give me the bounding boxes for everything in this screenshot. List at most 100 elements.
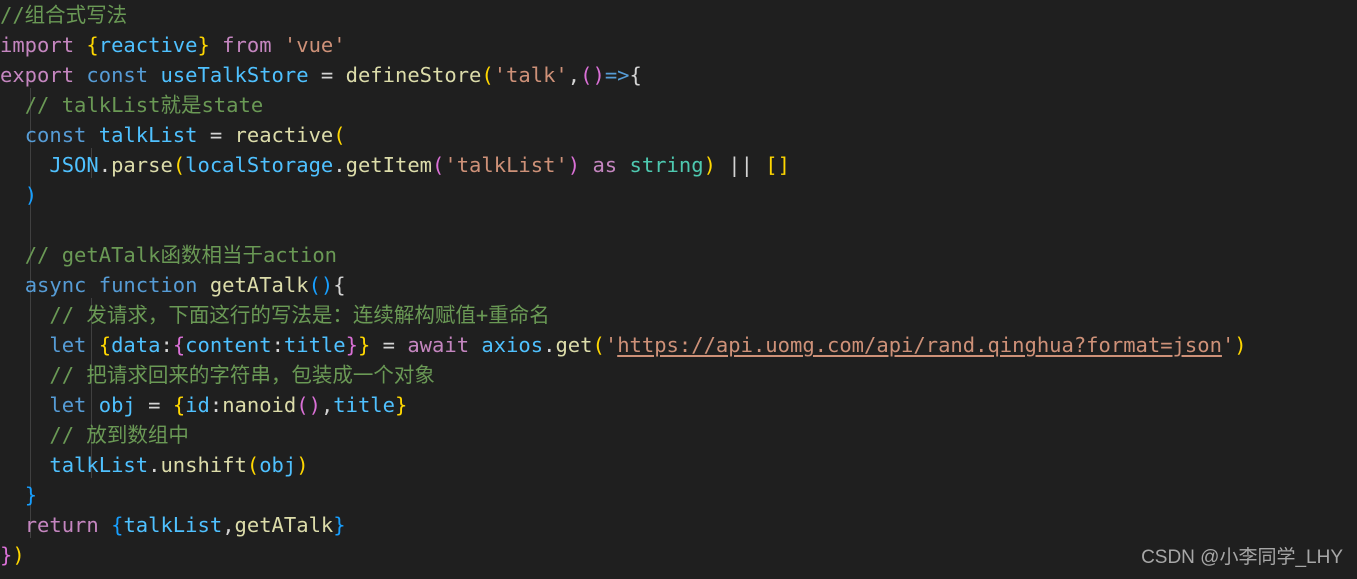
code-token: . — [543, 333, 556, 357]
code-token: } — [345, 333, 358, 357]
code-token: talkList — [49, 453, 149, 477]
code-line[interactable]: } — [0, 480, 1357, 510]
code-token: defineStore — [345, 63, 482, 87]
code-token: ( — [592, 333, 605, 357]
code-token: . — [333, 153, 346, 177]
code-token: content — [185, 333, 272, 357]
code-token: () — [580, 63, 605, 87]
code-token: let — [49, 333, 99, 357]
code-line[interactable]: ) — [0, 180, 1357, 210]
code-token: ' — [1221, 333, 1235, 357]
code-token: getATalk — [234, 513, 334, 537]
code-token: nanoid — [222, 393, 297, 417]
code-token: parse — [111, 153, 173, 177]
code-token: title — [333, 393, 395, 417]
code-token: () — [308, 273, 334, 297]
code-token: talkList — [123, 513, 223, 537]
code-token: = — [197, 123, 235, 147]
code-editor-content[interactable]: //组合式写法 import {reactive} from 'vue' expor… — [0, 0, 1357, 579]
code-line[interactable]: import {reactive} from 'vue' — [0, 30, 1357, 60]
code-line[interactable]: // 把请求回来的字符串，包装成一个对象 — [0, 360, 1357, 390]
code-token: async function — [24, 273, 210, 297]
code-token: let — [49, 393, 99, 417]
code-token: , — [567, 63, 581, 87]
code-token: get — [555, 333, 593, 357]
csdn-watermark: CSDN @小李同学_LHY — [1141, 547, 1343, 568]
code-line[interactable]: return {talkList,getATalk} — [0, 510, 1357, 540]
code-token: const — [24, 123, 99, 147]
code-token: } — [333, 513, 346, 537]
code-token: reactive — [234, 123, 334, 147]
code-line[interactable]: const talkList = reactive( — [0, 120, 1357, 150]
code-token: ( — [481, 63, 494, 87]
code-token: => — [604, 63, 630, 87]
code-token: ) — [703, 153, 716, 177]
code-line[interactable]: let {data:{content:title}} = await axios… — [0, 330, 1357, 360]
code-token: // getATalk函数相当于action — [24, 243, 338, 267]
code-token: : — [271, 333, 284, 357]
code-line[interactable]: JSON.parse(localStorage.getItem('talkLis… — [0, 150, 1357, 180]
code-token: id — [185, 393, 210, 417]
code-token: https://api.uomg.com/api/rand.qinghua?fo… — [617, 333, 1222, 357]
code-token: } — [395, 393, 408, 417]
code-token: axios — [481, 333, 544, 357]
code-token: } — [357, 333, 371, 357]
code-token: // talkList就是state — [24, 93, 264, 117]
code-token: useTalkStore — [160, 63, 309, 87]
code-line[interactable]: //组合式写法 — [0, 0, 1357, 30]
code-token: { — [98, 333, 112, 357]
code-token: 'vue' — [283, 33, 346, 57]
code-token: ( — [246, 453, 260, 477]
code-token: localStorage — [185, 153, 334, 177]
code-token: = — [135, 393, 173, 417]
code-token: = — [370, 333, 408, 357]
code-token: await — [407, 333, 482, 357]
code-line[interactable]: talkList.unshift(obj) — [0, 450, 1357, 480]
code-line[interactable]: // 发请求，下面这行的写法是：连续解构赋值+重命名 — [0, 300, 1357, 330]
code-token: ) — [12, 543, 25, 567]
code-token: obj — [259, 453, 297, 477]
code-token: string — [629, 153, 704, 177]
code-token: ( — [172, 153, 186, 177]
code-token: // 放到数组中 — [49, 423, 189, 447]
code-line[interactable]: let obj = {id:nanoid(),title} — [0, 390, 1357, 420]
code-token: JSON — [49, 153, 99, 177]
code-line[interactable]: export const useTalkStore = defineStore(… — [0, 60, 1357, 90]
code-line[interactable]: async function getATalk(){ — [0, 270, 1357, 300]
code-line[interactable]: // getATalk函数相当于action — [0, 240, 1357, 270]
code-token: } — [24, 483, 38, 507]
code-token: from — [209, 33, 284, 57]
code-token: 'talk' — [493, 63, 568, 87]
code-token: data — [111, 333, 161, 357]
code-token: . — [148, 453, 161, 477]
code-token: : — [209, 393, 223, 417]
code-token: export — [0, 63, 87, 87]
code-line[interactable] — [0, 210, 1357, 240]
code-token: // 把请求回来的字符串，包装成一个对象 — [49, 363, 435, 387]
code-token: || — [715, 153, 766, 177]
code-line[interactable]: // 放到数组中 — [0, 420, 1357, 450]
code-token: [] — [765, 153, 790, 177]
code-screenshot: //组合式写法 import {reactive} from 'vue' expor… — [0, 0, 1357, 579]
code-token: return — [24, 513, 112, 537]
code-token: } — [197, 33, 210, 57]
code-token: . — [98, 153, 112, 177]
code-token: ' — [604, 333, 618, 357]
code-token: as — [592, 153, 618, 177]
code-token: { — [111, 513, 124, 537]
code-line[interactable]: // talkList就是state — [0, 90, 1357, 120]
code-token: reactive — [98, 33, 198, 57]
